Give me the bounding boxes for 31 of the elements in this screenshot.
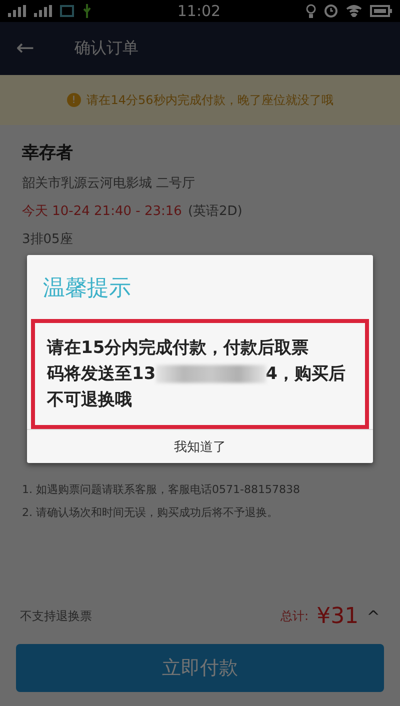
dialog-message: 请在15分内完成付款，付款后取票: [47, 337, 309, 360]
alarm-icon: [324, 4, 338, 18]
seat-info: 3排05座: [22, 231, 74, 248]
status-time: 11:02: [176, 2, 222, 20]
note-text: 1. 如遇购票问题请联系客服，客服电话0571-88157838: [22, 482, 301, 497]
page-title: 确认订单: [74, 38, 138, 59]
movie-title: 幸存者: [22, 142, 74, 164]
showtime: 今天 10-24 21:40 - 23:16: [22, 203, 182, 220]
total-label: 总计:: [280, 608, 309, 624]
battery-icon: [370, 5, 392, 17]
signal-icon: [34, 5, 52, 17]
confirm-button[interactable]: 我知道了: [27, 429, 373, 463]
dialog-message: 码将发送至13: [47, 363, 156, 386]
wifi-icon: [346, 5, 362, 17]
dialog-message: 不可退换哦: [47, 389, 132, 412]
total-price: ¥31: [316, 604, 359, 628]
back-button[interactable]: ←: [16, 36, 34, 61]
signal-icon: [8, 5, 26, 17]
cinema-name: 韶关市乳源云河电影城 二号厅: [22, 175, 196, 192]
bulb-icon: [306, 4, 316, 18]
notice-text: 请在14分56秒内完成付款，晚了座位就没了哦: [86, 92, 334, 108]
note-text: 2. 请确认场次和时间无误，购买成功后将不予退换。: [22, 505, 279, 520]
expand-button[interactable]: ^: [366, 606, 380, 626]
dialog-title: 温馨提示: [42, 275, 132, 303]
usb-icon: [82, 4, 92, 18]
image-icon: [60, 5, 74, 17]
pay-button[interactable]: 立即付款: [16, 644, 384, 692]
info-icon: !: [66, 93, 81, 107]
refund-note: 不支持退换票: [20, 608, 93, 624]
dialog-message: 4，购买后: [266, 363, 346, 386]
film-version: (英语2D): [188, 203, 242, 220]
